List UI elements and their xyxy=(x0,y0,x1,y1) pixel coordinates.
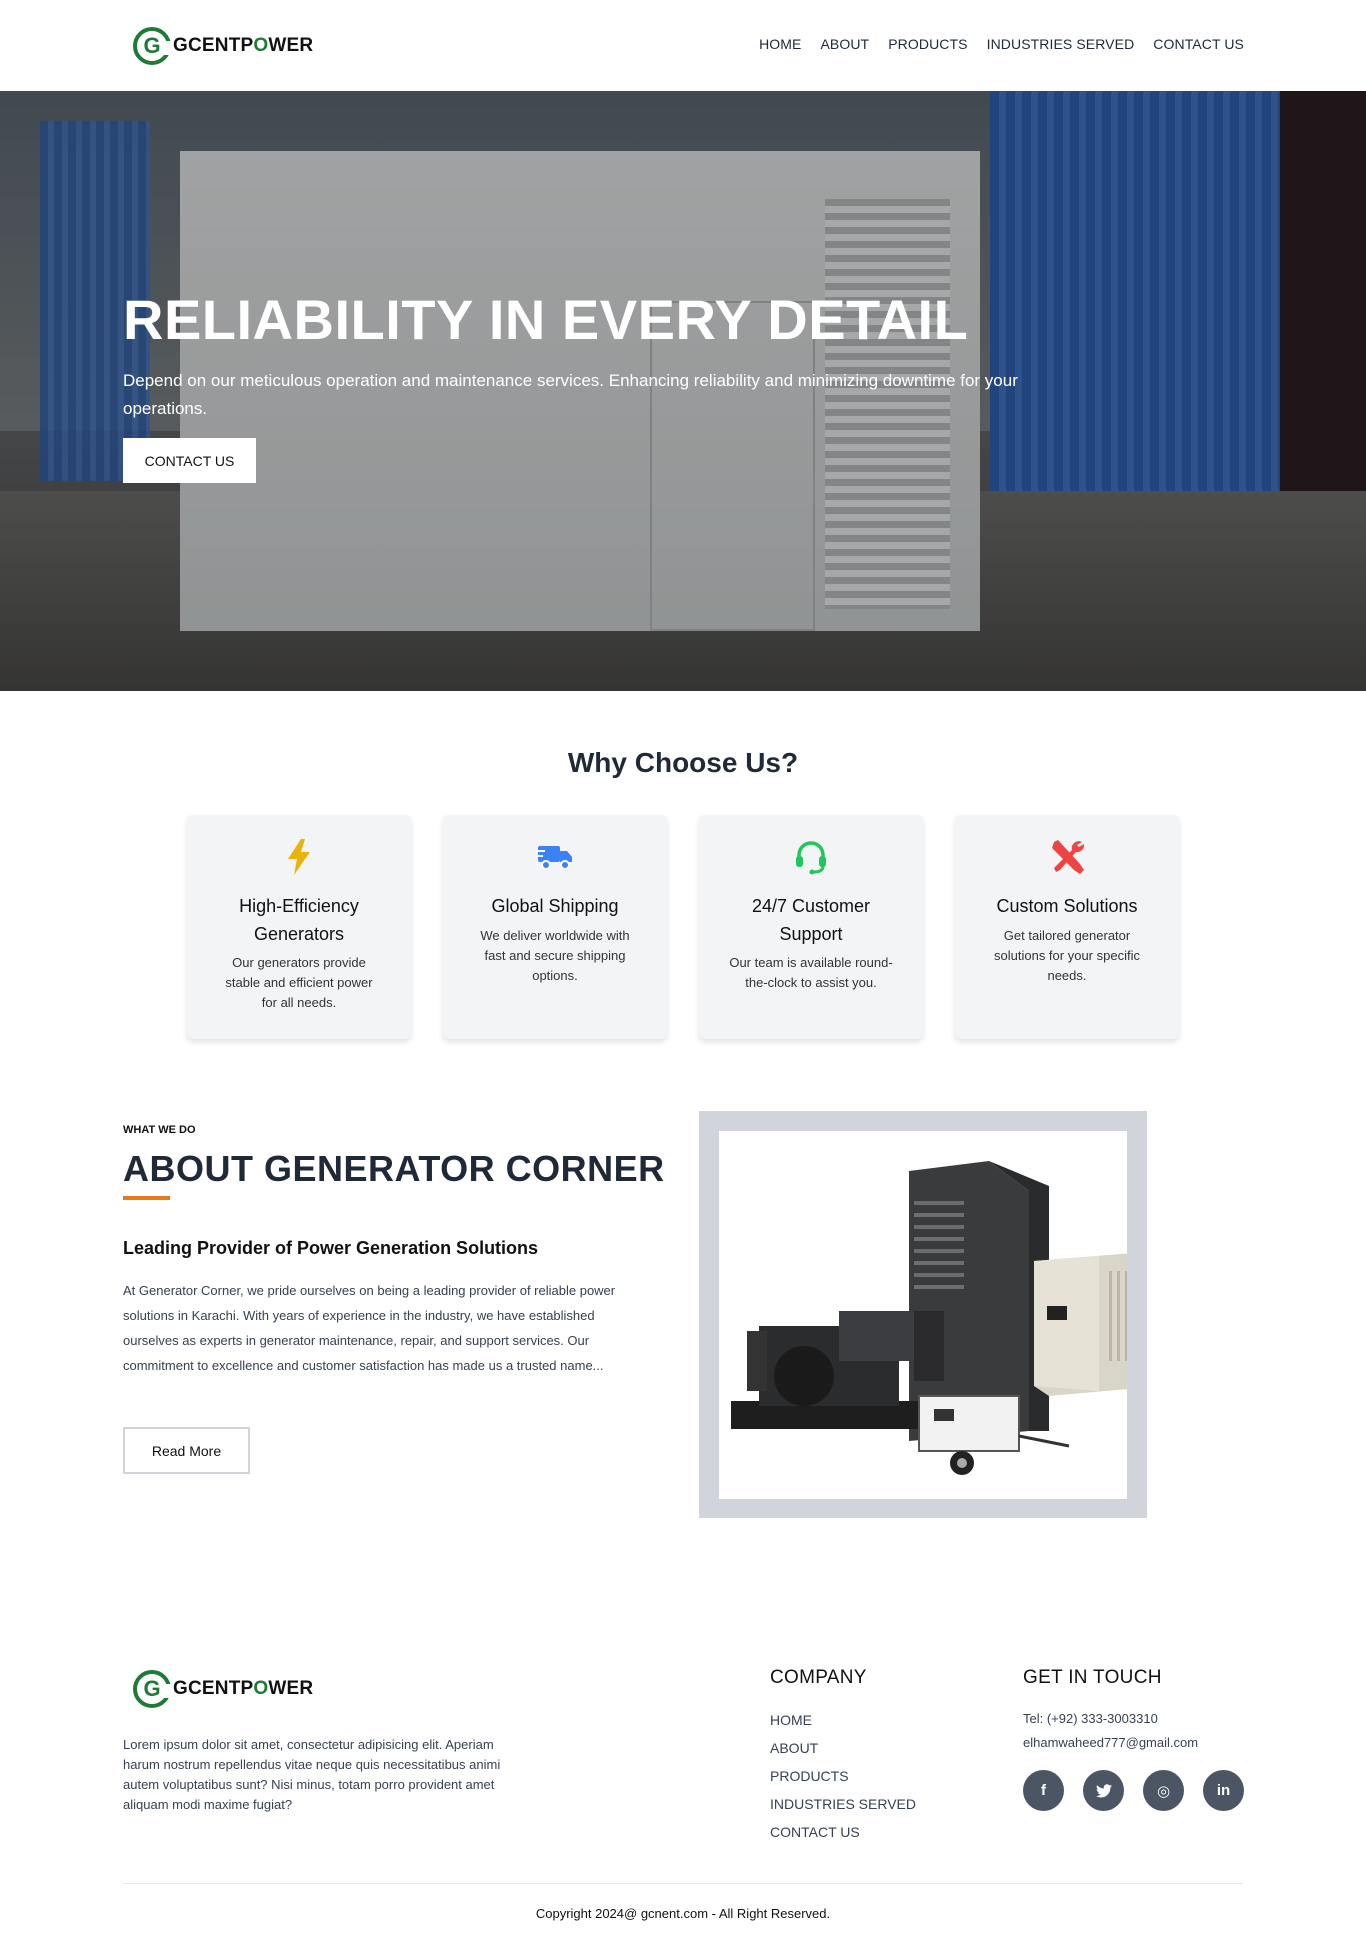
truck-icon xyxy=(443,837,667,877)
footer-link-home[interactable]: HOME xyxy=(770,1710,916,1738)
twitter-icon[interactable] xyxy=(1083,1770,1124,1811)
feature-title: Custom Solutions xyxy=(996,896,1138,916)
nav-about[interactable]: ABOUT xyxy=(820,36,869,52)
copyright-text: Copyright 2024@ gcnent.com - All Right R… xyxy=(535,1906,831,1921)
logo-wordmark: GCENTPOWER xyxy=(173,1678,314,1699)
social-links: f ◎ in xyxy=(1023,1770,1244,1811)
footer-company-heading: COMPANY xyxy=(770,1667,867,1688)
instagram-icon[interactable]: ◎ xyxy=(1143,1770,1184,1811)
nav-products[interactable]: PRODUCTS xyxy=(888,36,967,52)
feature-card-support: 24/7 Customer Support Our team is availa… xyxy=(699,815,923,1039)
footer-about-text: Lorem ipsum dolor sit amet, consectetur … xyxy=(123,1737,501,1812)
about-subtitle: Leading Provider of Power Generation Sol… xyxy=(123,1238,539,1258)
site-header: G GCENTPOWER HOME ABOUT PRODUCTS INDUSTR… xyxy=(0,0,1366,91)
hero-contact-button[interactable]: CONTACT US xyxy=(123,438,256,483)
hero-subtitle: Depend on our meticulous operation and m… xyxy=(123,371,1018,418)
main-nav: HOME ABOUT PRODUCTS INDUSTRIES SERVED CO… xyxy=(759,36,1244,52)
about-accent-rule xyxy=(123,1196,170,1200)
nav-contact-us[interactable]: CONTACT US xyxy=(1153,36,1244,52)
logo-mark-icon: G xyxy=(133,27,171,65)
feature-text: We deliver worldwide with fast and secur… xyxy=(480,928,630,983)
logo-wordmark: GCENTPOWER xyxy=(173,35,314,56)
feature-card-efficiency: High-Efficiency Generators Our generator… xyxy=(187,815,411,1039)
feature-text: Our generators provide stable and effici… xyxy=(225,955,373,1010)
footer-link-contact-us[interactable]: CONTACT US xyxy=(770,1822,916,1850)
about-body: At Generator Corner, we pride ourselves … xyxy=(123,1283,616,1373)
about-image-generators xyxy=(719,1131,1127,1499)
feature-title: High-Efficiency Generators xyxy=(239,896,359,944)
footer-link-products[interactable]: PRODUCTS xyxy=(770,1766,916,1794)
headset-icon xyxy=(699,837,923,877)
footer-phone: Tel: (+92) 333-3003310 xyxy=(1023,1711,1158,1726)
header-logo[interactable]: G GCENTPOWER xyxy=(133,27,313,65)
feature-title: Global Shipping xyxy=(491,896,619,916)
feature-text: Our team is available round-the-clock to… xyxy=(729,955,893,990)
nav-industries-served[interactable]: INDUSTRIES SERVED xyxy=(987,36,1135,52)
feature-card-shipping: Global Shipping We deliver worldwide wit… xyxy=(443,815,667,1039)
facebook-icon[interactable]: f xyxy=(1023,1770,1064,1811)
footer-divider xyxy=(123,1883,1243,1884)
about-kicker: WHAT WE DO xyxy=(123,1124,196,1136)
footer-email[interactable]: elhamwaheed777@gmail.com xyxy=(1023,1735,1198,1750)
generators-illustration xyxy=(731,1161,1127,1475)
footer-link-about[interactable]: ABOUT xyxy=(770,1738,916,1766)
read-more-button[interactable]: Read More xyxy=(123,1427,250,1474)
footer-contact-heading: GET IN TOUCH xyxy=(1023,1667,1162,1688)
hero-title: RELIABILITY IN EVERY DETAIL xyxy=(123,288,969,351)
bolt-icon xyxy=(187,837,411,877)
footer-logo[interactable]: G GCENTPOWER xyxy=(133,1670,313,1708)
logo-mark-icon: G xyxy=(133,1670,171,1708)
feature-title: 24/7 Customer Support xyxy=(751,896,871,944)
why-title: Why Choose Us? xyxy=(567,747,799,778)
nav-home[interactable]: HOME xyxy=(759,36,801,52)
linkedin-icon[interactable]: in xyxy=(1203,1770,1244,1811)
footer-link-industries-served[interactable]: INDUSTRIES SERVED xyxy=(770,1794,916,1822)
footer-company-links: HOME ABOUT PRODUCTS INDUSTRIES SERVED CO… xyxy=(770,1710,916,1850)
about-title: ABOUT GENERATOR CORNER xyxy=(123,1148,665,1189)
tools-icon xyxy=(955,837,1179,877)
feature-text: Get tailored generator solutions for you… xyxy=(994,928,1140,983)
feature-card-custom: Custom Solutions Get tailored generator … xyxy=(955,815,1179,1039)
